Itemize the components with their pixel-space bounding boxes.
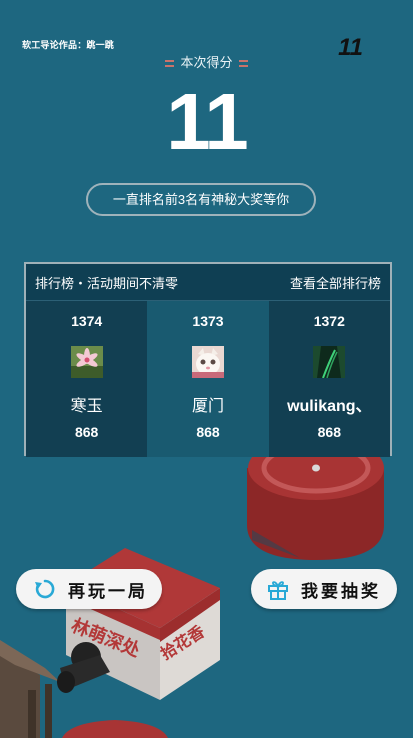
score-label: 本次得分 (0, 52, 413, 71)
score-label-text: 本次得分 (180, 55, 233, 70)
leaderboard-entry: 1374 寒玉 868 (26, 301, 148, 457)
entry-rank-score: 1373 (192, 313, 224, 329)
gift-icon (265, 576, 291, 602)
draw-prize-button[interactable]: 我要抽奖 (251, 569, 397, 609)
prize-hint: 一直排名前3名有神秘大奖等你 (86, 183, 316, 216)
leaderboard-entry: 1373 厦门 868 (147, 301, 269, 457)
flower-avatar-icon (70, 346, 103, 378)
cat-avatar-icon (191, 346, 224, 378)
replay-button[interactable]: 再玩一局 (16, 569, 162, 609)
dash-left-icon (165, 60, 175, 68)
table-object (0, 640, 60, 738)
leaderboard: 排行榜・活动期间不清零 查看全部排行榜 1374 寒玉 868 1373 厦门 … (24, 262, 392, 457)
entry-player-score: 868 (74, 424, 99, 440)
entry-player-name: 厦门 (191, 396, 224, 415)
leaderboard-title: 排行榜・活动期间不清零 (35, 275, 179, 291)
draw-prize-button-label: 我要抽奖 (301, 581, 381, 601)
entry-player-score: 868 (317, 424, 341, 440)
dash-right-icon (238, 60, 248, 68)
entry-rank-score: 1374 (71, 313, 103, 329)
replay-icon (32, 576, 58, 602)
entry-player-score: 868 (196, 424, 220, 440)
leaderboard-entry: 1372 wulikang、 868 (268, 301, 390, 457)
entry-rank-score: 1372 (313, 313, 345, 329)
forest-avatar-icon (313, 346, 346, 378)
credit-text: 软工导论作品：跳一跳 (22, 40, 115, 50)
view-all-leaderboard-link[interactable]: 查看全部排行榜 (290, 273, 381, 292)
replay-button-label: 再玩一局 (68, 581, 148, 601)
bottom-platform (62, 720, 168, 738)
current-score: 11 (166, 77, 249, 166)
entry-player-name: wulikang、 (287, 398, 372, 415)
entry-player-name: 寒玉 (70, 396, 103, 415)
leaderboard-header: 排行榜・活动期间不清零 查看全部排行榜 (26, 264, 390, 301)
